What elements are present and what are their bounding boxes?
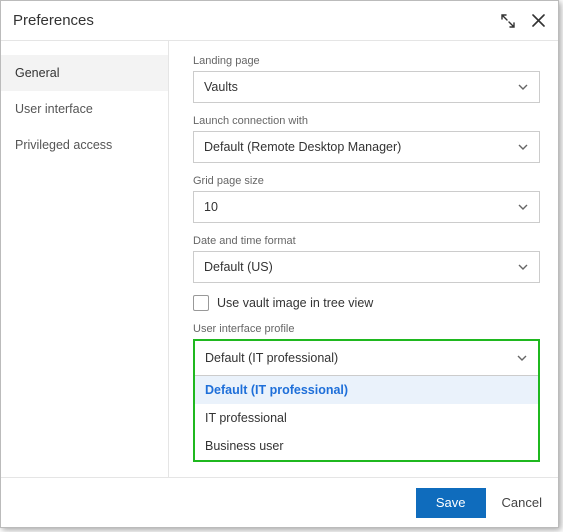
preferences-dialog: Preferences General User interface Privi… xyxy=(0,0,559,528)
dropdown-item-label: Business user xyxy=(205,439,284,453)
sidebar-item-user-interface[interactable]: User interface xyxy=(1,91,168,127)
expand-icon[interactable] xyxy=(500,13,516,29)
field-landing-page: Landing page Vaults xyxy=(193,55,540,103)
grid-page-size-select[interactable]: 10 xyxy=(193,191,540,223)
sidebar: General User interface Privileged access xyxy=(1,41,169,477)
field-vault-image: Use vault image in tree view xyxy=(193,295,540,311)
close-icon[interactable] xyxy=(530,13,546,29)
field-label: Launch connection with xyxy=(193,115,540,127)
field-launch-with: Launch connection with Default (Remote D… xyxy=(193,115,540,163)
ui-profile-highlight: Default (IT professional) Default (IT pr… xyxy=(193,339,540,462)
sidebar-item-label: Privileged access xyxy=(15,138,112,152)
chevron-down-icon xyxy=(517,81,529,93)
dropdown-item-label: Default (IT professional) xyxy=(205,383,348,397)
date-format-select[interactable]: Default (US) xyxy=(193,251,540,283)
field-label: Grid page size xyxy=(193,175,540,187)
dropdown-item-label: IT professional xyxy=(205,411,287,425)
chevron-down-icon xyxy=(517,201,529,213)
ui-profile-dropdown: Default (IT professional) IT professiona… xyxy=(195,375,538,460)
select-value: 10 xyxy=(204,200,218,214)
field-label: Date and time format xyxy=(193,235,540,247)
select-value: Default (US) xyxy=(204,260,273,274)
sidebar-item-privileged-access[interactable]: Privileged access xyxy=(1,127,168,163)
select-value: Default (Remote Desktop Manager) xyxy=(204,140,401,154)
header-controls xyxy=(500,13,546,29)
launch-with-select[interactable]: Default (Remote Desktop Manager) xyxy=(193,131,540,163)
chevron-down-icon xyxy=(516,352,528,364)
dialog-title: Preferences xyxy=(13,12,500,29)
sidebar-item-general[interactable]: General xyxy=(1,55,168,91)
cancel-button[interactable]: Cancel xyxy=(502,495,542,510)
field-label: User interface profile xyxy=(193,323,540,335)
save-button[interactable]: Save xyxy=(416,488,486,518)
vault-image-checkbox[interactable] xyxy=(193,295,209,311)
dialog-footer: Save Cancel xyxy=(1,477,558,527)
main-panel: Landing page Vaults Launch connection wi… xyxy=(169,41,558,477)
field-label: Landing page xyxy=(193,55,540,67)
dropdown-item-it-professional[interactable]: IT professional xyxy=(195,404,538,432)
select-value: Vaults xyxy=(204,80,238,94)
checkbox-label: Use vault image in tree view xyxy=(217,296,373,310)
dialog-header: Preferences xyxy=(1,1,558,41)
chevron-down-icon xyxy=(517,261,529,273)
landing-page-select[interactable]: Vaults xyxy=(193,71,540,103)
field-grid-page-size: Grid page size 10 xyxy=(193,175,540,223)
ui-profile-select[interactable]: Default (IT professional) xyxy=(195,341,538,375)
dialog-body: General User interface Privileged access… xyxy=(1,41,558,477)
dropdown-item-business-user[interactable]: Business user xyxy=(195,432,538,460)
field-ui-profile: User interface profile Default (IT profe… xyxy=(193,323,540,462)
select-value: Default (IT professional) xyxy=(205,351,338,365)
sidebar-item-label: User interface xyxy=(15,102,93,116)
sidebar-item-label: General xyxy=(15,66,59,80)
dropdown-item-default[interactable]: Default (IT professional) xyxy=(195,376,538,404)
field-date-format: Date and time format Default (US) xyxy=(193,235,540,283)
chevron-down-icon xyxy=(517,141,529,153)
